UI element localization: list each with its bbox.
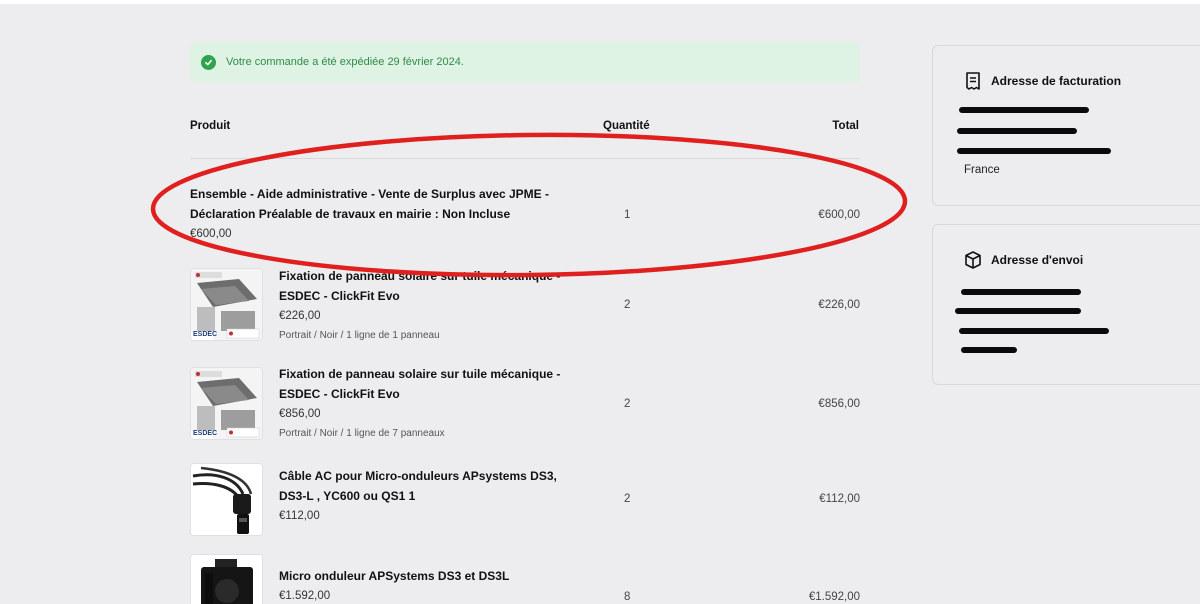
item-total: €226,00 — [818, 299, 860, 311]
billing-address-card: Adresse de facturation France — [932, 45, 1200, 206]
item-quantity: 2 — [624, 398, 631, 410]
product-name[interactable]: Fixation de panneau solaire sur tuile mé… — [279, 266, 560, 286]
banner-message: Votre commande a été expédiée 29 février… — [226, 56, 464, 68]
item-quantity: 2 — [624, 299, 631, 311]
product-thumbnail[interactable] — [190, 554, 263, 604]
product-price: €856,00 — [279, 408, 321, 420]
product-name[interactable]: Fixation de panneau solaire sur tuile mé… — [279, 364, 560, 384]
billing-country: France — [964, 164, 1000, 176]
table-row: Ensemble - Aide administrative - Vente d… — [190, 184, 860, 244]
header-divider — [190, 158, 860, 159]
product-price: €1.592,00 — [279, 590, 331, 602]
redaction-mark — [955, 308, 1081, 314]
product-name[interactable]: Déclaration Préalable de travaux en mair… — [190, 204, 549, 224]
product-price: €600,00 — [190, 228, 232, 240]
package-icon — [965, 251, 981, 269]
redaction-mark — [961, 289, 1081, 295]
shipping-address-card: Adresse d'envoi — [932, 224, 1200, 385]
shipped-banner: Votre commande a été expédiée 29 février… — [190, 42, 860, 82]
table-row: Câble AC pour Micro-onduleurs APsystems … — [190, 463, 860, 536]
product-variant: Portrait / Noir / 1 ligne de 1 panneau — [279, 330, 440, 341]
product-name[interactable]: DS3-L , YC600 ou QS1 1 — [279, 486, 557, 506]
redaction-mark — [957, 128, 1077, 134]
product-thumbnail[interactable]: ESDEC — [190, 367, 263, 440]
table-row: Micro onduleur APSystems DS3 et DS3L €1.… — [190, 554, 860, 604]
redaction-mark — [957, 148, 1111, 154]
product-price: €112,00 — [279, 510, 320, 522]
product-name[interactable]: ESDEC - ClickFit Evo — [279, 384, 560, 404]
receipt-icon — [966, 72, 980, 90]
thumbnail-brand: ESDEC — [193, 331, 218, 338]
check-circle-icon — [201, 54, 216, 70]
thumbnail-brand: ESDEC — [193, 430, 218, 437]
header-total: Total — [832, 120, 859, 132]
table-row: ESDEC Fixation de panneau solaire sur tu… — [190, 268, 860, 344]
item-quantity: 8 — [624, 591, 631, 603]
table-row: ESDEC Fixation de panneau solaire sur tu… — [190, 367, 860, 443]
shipping-title: Adresse d'envoi — [991, 253, 1084, 267]
item-total: €1.592,00 — [808, 591, 860, 603]
product-thumbnail[interactable] — [190, 463, 263, 536]
item-quantity: 1 — [624, 209, 631, 221]
product-thumbnail[interactable]: ESDEC — [190, 268, 263, 341]
redaction-mark — [959, 107, 1089, 113]
item-total: €112,00 — [819, 493, 860, 505]
product-name[interactable]: Ensemble - Aide administrative - Vente d… — [190, 184, 549, 204]
billing-title: Adresse de facturation — [991, 74, 1122, 88]
item-total: €600,00 — [818, 209, 860, 221]
product-name[interactable]: Micro onduleur APSystems DS3 et DS3L — [279, 566, 509, 586]
product-variant: Portrait / Noir / 1 ligne de 7 panneaux — [279, 428, 445, 439]
item-total: €856,00 — [818, 398, 860, 410]
redaction-mark — [961, 347, 1017, 353]
product-name[interactable]: ESDEC - ClickFit Evo — [279, 286, 560, 306]
header-quantity: Quantité — [603, 120, 650, 132]
header-product: Produit — [190, 120, 231, 132]
product-name[interactable]: Câble AC pour Micro-onduleurs APsystems … — [279, 466, 557, 486]
item-quantity: 2 — [624, 493, 631, 505]
redaction-mark — [959, 328, 1109, 334]
product-price: €226,00 — [279, 310, 321, 322]
